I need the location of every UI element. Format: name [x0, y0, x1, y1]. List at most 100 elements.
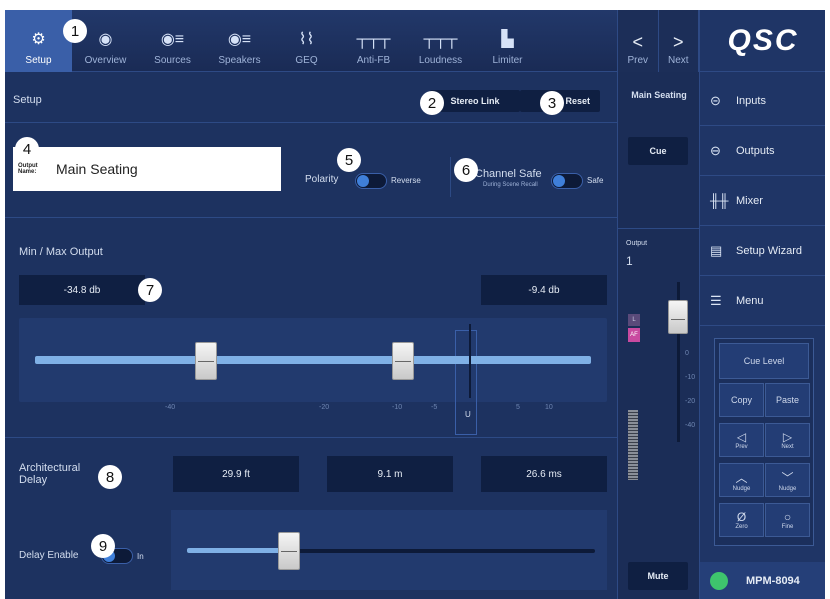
next-button[interactable]: > Next — [659, 10, 699, 72]
channel-safe-sublabel: During Scene Recall — [483, 182, 538, 188]
delay-slider-area[interactable] — [171, 510, 607, 590]
min-output-value[interactable]: -34.8 db — [19, 275, 145, 305]
delay-enable-label: Delay Enable — [19, 550, 79, 561]
divider — [5, 122, 617, 123]
copy-button[interactable]: Copy — [719, 383, 764, 417]
tab-overview[interactable]: ◉ Overview — [72, 10, 139, 72]
mute-button[interactable]: Mute — [628, 562, 688, 590]
channel-nav: < Prev > Next — [617, 10, 699, 72]
panel-next-button[interactable]: ▷ Next — [765, 423, 810, 457]
scale-tick-label: -10 — [392, 404, 403, 411]
section-title-delay: Architectural Delay — [19, 462, 81, 486]
max-output-value[interactable]: -9.4 db — [481, 275, 607, 305]
min-output-handle[interactable] — [195, 342, 217, 380]
chevron-right-icon: > — [672, 32, 684, 52]
callout-2: 2 — [420, 91, 444, 115]
tab-anti-fb[interactable]: ┬┬┬ Anti-FB — [340, 10, 407, 72]
tab-loudness[interactable]: ┬┬┬ Loudness — [407, 10, 474, 72]
nudge-down-label: Nudge — [778, 485, 797, 492]
callout-3: 3 — [540, 91, 564, 115]
qsc-app: ⚙ Setup ◉ Overview ◉≡ Sources ◉≡ Speakers ⌇⌇… — [5, 10, 825, 599]
channel-safe-label: Channel Safe — [475, 168, 542, 180]
tab-speakers[interactable]: ◉≡ Speakers — [206, 10, 273, 72]
eye-icon: ◉ — [98, 31, 113, 48]
limiter-icon: ▙ — [501, 31, 514, 48]
delay-feet-value[interactable]: 29.9 ft — [173, 456, 299, 492]
device-status[interactable]: MPM-8094 — [700, 562, 825, 599]
delay-meters-value[interactable]: 9.1 m — [327, 456, 453, 492]
tab-label: Overview — [84, 55, 127, 66]
output-fader-handle[interactable] — [668, 300, 688, 334]
qsc-logo: QSC — [700, 10, 825, 72]
tab-sources[interactable]: ◉≡ Sources — [139, 10, 206, 72]
delay-slider-handle[interactable] — [278, 532, 300, 570]
scale-tick-label: 5 — [516, 404, 520, 411]
scale-tick-label: -20 — [319, 404, 330, 411]
menu-label: Inputs — [736, 94, 766, 107]
divider — [618, 228, 700, 229]
menu-icon: ☰ — [710, 292, 722, 308]
tab-label: Loudness — [418, 55, 463, 66]
menu-label: Outputs — [736, 144, 775, 157]
cue-level-button[interactable]: Cue Level — [719, 343, 809, 379]
chevron-left-icon: < — [632, 32, 643, 52]
menu-mixer[interactable]: ╫╫ Mixer — [700, 176, 825, 226]
panel-prev-button[interactable]: ◁ Prev — [719, 423, 764, 457]
delay-ms-value[interactable]: 26.6 ms — [481, 456, 607, 492]
scale-tick-label: -5 — [431, 404, 438, 411]
fader-scale-label: 0 — [685, 350, 689, 357]
loudness-icon: ┬┬┬ — [423, 31, 458, 48]
chevron-up-icon: ︿ — [735, 470, 748, 485]
mixer-icon: ╫╫ — [710, 193, 729, 208]
output-label: Output — [626, 240, 648, 247]
tab-setup[interactable]: ⚙ Setup — [5, 10, 72, 72]
wifi-icon — [710, 571, 728, 590]
toggle-knob — [357, 175, 369, 187]
paste-button[interactable]: Paste — [765, 383, 810, 417]
sources-icon: ◉≡ — [160, 31, 185, 48]
anti-fb-icon: ┬┬┬ — [356, 31, 391, 48]
polarity-toggle[interactable] — [355, 173, 387, 189]
tab-label: GEQ — [295, 55, 318, 66]
output-name-label: Output Name: — [18, 163, 38, 175]
output-name-field[interactable]: Output Name: Main Seating — [13, 147, 281, 191]
cue-button[interactable]: Cue — [628, 137, 688, 165]
unity-line — [469, 324, 471, 398]
tab-label: Setup — [25, 55, 52, 66]
callout-7: 7 — [138, 278, 162, 302]
scale-tick-label: -40 — [165, 404, 176, 411]
callout-8: 8 — [98, 465, 122, 489]
menu-setup-wizard[interactable]: ▤ Setup Wizard — [700, 226, 825, 276]
channel-safe-toggle[interactable] — [551, 173, 583, 189]
max-output-handle[interactable] — [392, 342, 414, 380]
tab-label: Anti-FB — [356, 55, 391, 66]
setup-panel: Setup Stereo Link Reset 2 3 Output Name:… — [5, 72, 617, 599]
panel-next-label: Next — [781, 444, 794, 450]
tab-limiter[interactable]: ▙ Limiter — [474, 10, 541, 72]
menu-outputs[interactable]: ⊖ Outputs — [700, 126, 825, 176]
wizard-icon: ▤ — [710, 242, 723, 258]
speakers-icon: ◉≡ — [227, 31, 252, 48]
minmax-slider-track — [35, 356, 591, 364]
fine-button[interactable]: ○ Fine — [765, 503, 810, 537]
nudge-down-button[interactable]: ﹀ Nudge — [765, 463, 810, 497]
polarity-label: Polarity — [305, 174, 339, 185]
scale-tick-label: 10 — [545, 404, 553, 411]
unity-marker-box — [455, 330, 477, 435]
callout-4: 4 — [15, 137, 39, 161]
zero-button[interactable]: Ø Zero — [719, 503, 764, 537]
nudge-up-button[interactable]: ︿ Nudge — [719, 463, 764, 497]
menu-menu[interactable]: ☰ Menu — [700, 276, 825, 326]
menu-inputs[interactable]: ⊝ Inputs — [700, 76, 825, 126]
menu-label: Setup Wizard — [736, 244, 803, 257]
channel-safe-toggle-label: Safe — [587, 176, 604, 185]
tab-geq[interactable]: ⌇⌇ GEQ — [273, 10, 340, 72]
minmax-slider-area[interactable]: -40 -20 -10 -5 U 5 10 — [19, 318, 607, 435]
channel-strip: Main Seating Cue Output 1 L AF 0 -10 -20… — [617, 72, 700, 599]
delay-enable-toggle-label: In — [137, 552, 144, 561]
l-badge: L — [628, 314, 640, 326]
prev-button[interactable]: < Prev — [618, 10, 659, 72]
tab-label: Sources — [154, 55, 191, 66]
fine-label: Fine — [781, 524, 794, 530]
divider — [5, 217, 617, 218]
